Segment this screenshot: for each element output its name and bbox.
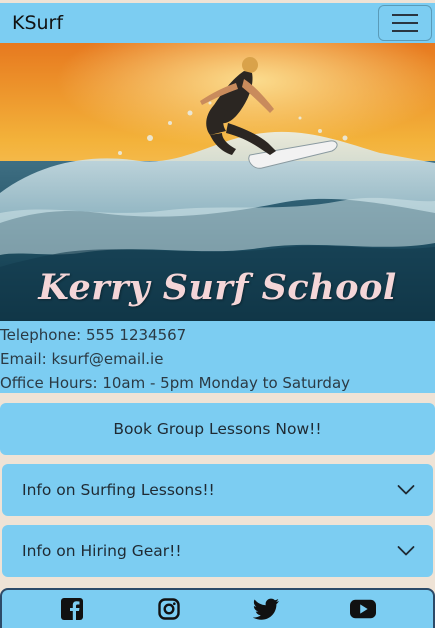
hero-banner: Kerry Surf School [0,43,435,321]
contact-telephone: Telephone: 555 1234567 [0,326,187,344]
hamburger-line [392,30,418,32]
accordion-label: Info on Surfing Lessons!! [22,481,215,499]
hamburger-line [392,22,418,24]
brand-logo-link[interactable]: KSurf [12,12,63,34]
instagram-icon[interactable] [156,596,182,622]
chevron-down-icon [397,546,415,556]
chevron-down-icon [397,485,415,495]
facebook-icon[interactable] [59,596,85,622]
footer-social-bar [0,588,435,628]
navbar-toggle-button[interactable] [378,5,432,41]
youtube-icon[interactable] [349,596,376,622]
twitter-icon[interactable] [252,596,279,622]
contact-info: Telephone: 555 1234567 Email: ksurf@emai… [0,321,435,393]
accordion-surfing-lessons[interactable]: Info on Surfing Lessons!! [2,464,433,516]
hamburger-menu-icon [392,14,418,16]
accordion-label: Info on Hiring Gear!! [22,542,182,560]
contact-hours: Office Hours: 10am - 5pm Monday to Satur… [0,374,351,392]
contact-email: Email: ksurf@email.ie [0,350,164,368]
accordion-hiring-gear[interactable]: Info on Hiring Gear!! [2,525,433,577]
hero-title: Kerry Surf School [38,267,397,308]
book-group-lessons-button[interactable]: Book Group Lessons Now!! [0,403,435,455]
navbar: KSurf [0,3,435,43]
